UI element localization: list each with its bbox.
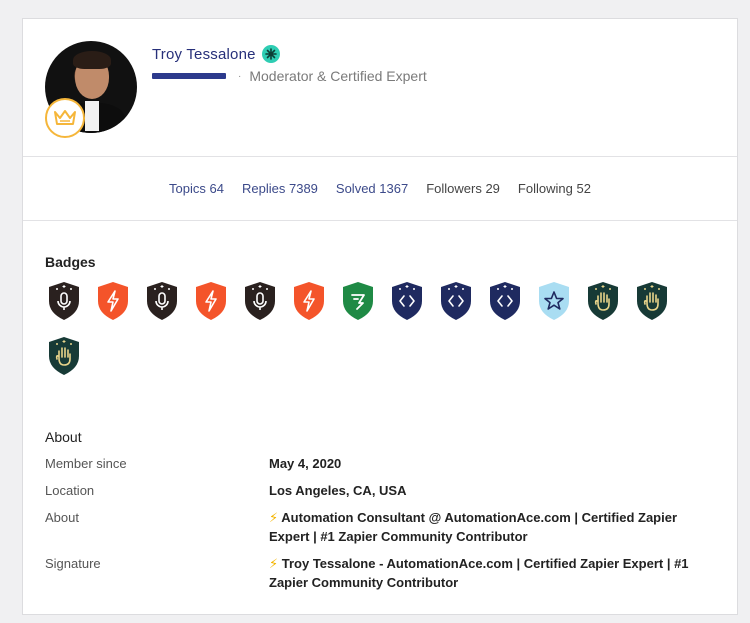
badge-hand-icon[interactable] [635, 281, 669, 321]
about-label: Member since [45, 456, 127, 471]
stat-following: Following 52 [517, 181, 591, 196]
about-value: Los Angeles, CA, USA [269, 483, 407, 498]
about-value: May 4, 2020 [269, 456, 342, 471]
stat-solved[interactable]: Solved 1367 [336, 181, 408, 196]
stat-topics[interactable]: Topics 64 [169, 181, 224, 196]
about-label: Location [45, 483, 95, 498]
about-label: About [45, 510, 79, 525]
badge-lightning-icon[interactable] [292, 281, 326, 321]
about-row-signature: Signature ⚡ Troy Tessalone - AutomationA… [45, 554, 725, 592]
verified-icon [261, 45, 280, 63]
badge-lightning-icon[interactable] [96, 281, 130, 321]
about-row-location: Location Los Angeles, CA, USA [45, 481, 725, 500]
badge-hand-icon[interactable] [47, 336, 81, 376]
lightning-icon: ⚡ [269, 510, 279, 525]
badge-microphone-icon[interactable] [145, 281, 179, 321]
about-row-member-since: Member since May 4, 2020 [45, 454, 725, 473]
profile-name[interactable]: Troy Tessalone [152, 46, 256, 63]
about-row-about: About ⚡ Automation Consultant @ Automati… [45, 508, 725, 546]
profile-header: Troy Tessalone · Moderator & Certified E… [23, 19, 737, 157]
about-label: Signature [45, 556, 101, 571]
badge-lightning-icon[interactable] [194, 281, 228, 321]
crown-icon [45, 98, 85, 138]
about-value-with-icon: ⚡ Troy Tessalone - AutomationAce.com | C… [269, 556, 689, 590]
badges-heading: Badges [45, 254, 96, 270]
badge-star-icon[interactable] [537, 281, 571, 321]
lightning-icon: ⚡ [269, 556, 279, 571]
profile-card: Troy Tessalone · Moderator & Certified E… [22, 18, 738, 615]
profile-role: Moderator & Certified Expert [249, 68, 427, 84]
profile-stats: Topics 64 Replies 7389 Solved 1367 Follo… [23, 157, 737, 221]
badge-hand-icon[interactable] [586, 281, 620, 321]
role-separator: · [238, 70, 242, 82]
stat-replies[interactable]: Replies 7389 [242, 181, 318, 196]
badge-code-icon[interactable] [488, 281, 522, 321]
badge-microphone-icon[interactable] [243, 281, 277, 321]
badge-grid [47, 281, 707, 376]
badge-code-icon[interactable] [390, 281, 424, 321]
role-rank-bar [152, 73, 226, 79]
badge-microphone-icon[interactable] [47, 281, 81, 321]
about-heading: About [45, 429, 82, 445]
stat-followers: Followers 29 [426, 181, 500, 196]
about-value-with-icon: ⚡ Automation Consultant @ AutomationAce.… [269, 510, 678, 544]
badge-zapier-icon[interactable] [341, 281, 375, 321]
badge-code-icon[interactable] [439, 281, 473, 321]
about-table: Member since May 4, 2020 Location Los An… [45, 454, 725, 600]
